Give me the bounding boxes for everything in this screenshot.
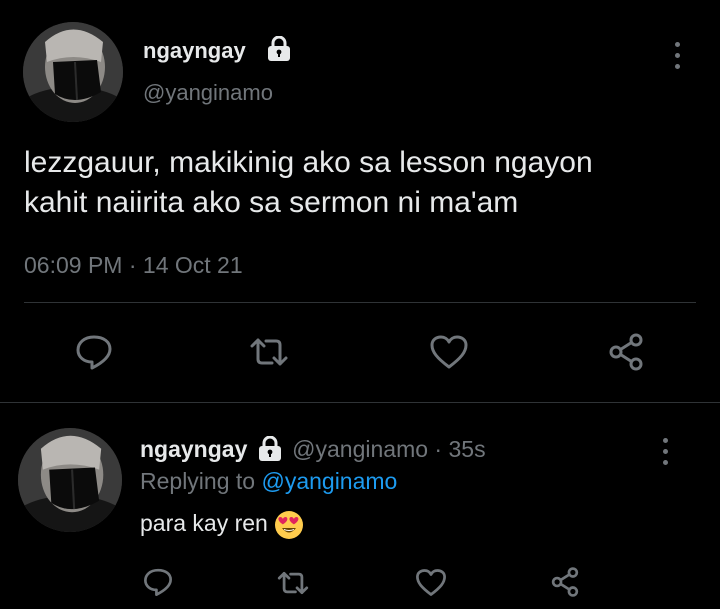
tweet-text-line: kahit naiirita ako sa sermon ni ma'am: [24, 186, 519, 219]
like-button[interactable]: [415, 568, 447, 597]
reply-icon: [144, 568, 172, 596]
replying-to-handle[interactable]: @yanginamo: [261, 468, 397, 494]
divider: [24, 302, 696, 303]
replying-to: Replying to @yanginamo: [140, 468, 397, 495]
share-icon: [551, 567, 579, 597]
reply-icon: [76, 335, 112, 370]
reply-text: para kay ren: [140, 510, 304, 540]
separator-dot: ·: [128, 252, 137, 278]
lock-icon: [256, 435, 284, 465]
lock-icon: [265, 35, 293, 67]
reply-button[interactable]: [75, 333, 113, 371]
retweet-icon: [250, 338, 288, 366]
reply-button[interactable]: [143, 567, 173, 597]
heart-icon: [416, 569, 446, 596]
reply-age[interactable]: 35s: [448, 436, 485, 462]
reply-text-content: para kay ren: [140, 510, 268, 537]
share-button[interactable]: [607, 333, 645, 371]
replying-prefix: Replying to: [140, 468, 256, 494]
time: 06:09 PM: [24, 252, 123, 278]
heart-eyes-emoji: [274, 510, 304, 540]
reply-header: ngayngay @yanginamo · 35s: [140, 435, 486, 465]
timestamp[interactable]: 06:09 PM · 14 Oct 21: [24, 252, 243, 279]
retweet-button[interactable]: [276, 569, 310, 597]
tweet-text: lezzgauur, makikinig ako sa lesson ngayo…: [24, 143, 593, 223]
share-button[interactable]: [550, 567, 580, 597]
more-icon[interactable]: [674, 42, 680, 69]
avatar[interactable]: [23, 22, 123, 122]
section-divider: [0, 402, 720, 403]
user-handle[interactable]: @yanginamo: [292, 436, 428, 462]
display-name[interactable]: ngayngay: [143, 38, 246, 64]
retweet-button[interactable]: [248, 335, 290, 369]
separator-dot: ·: [434, 436, 443, 462]
avatar[interactable]: [18, 428, 122, 532]
like-button[interactable]: [429, 334, 469, 370]
heart-icon: [430, 335, 468, 369]
date: 14 Oct 21: [142, 252, 243, 278]
user-handle[interactable]: @yanginamo: [143, 80, 273, 106]
share-icon: [609, 333, 643, 371]
more-icon[interactable]: [662, 438, 668, 465]
tweet-text-line: lezzgauur, makikinig ako sa lesson ngayo…: [24, 146, 593, 179]
display-name[interactable]: ngayngay: [140, 436, 247, 462]
retweet-icon: [277, 571, 309, 595]
